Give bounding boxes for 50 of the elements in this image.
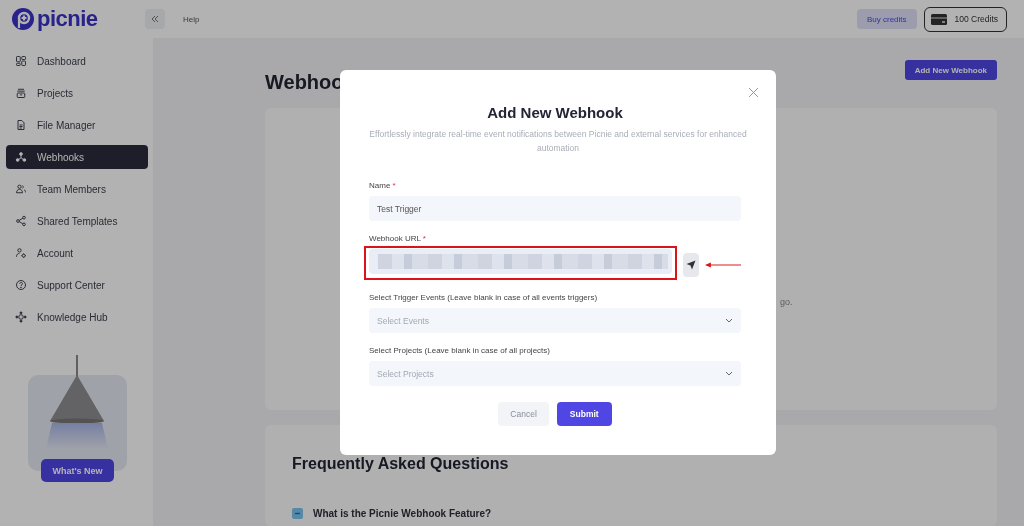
card-text: go. (780, 297, 793, 307)
document-icon (15, 119, 27, 131)
hub-icon (15, 311, 27, 323)
url-field[interactable] (369, 249, 672, 274)
field-label: Select Projects (Leave blank in case of all projects) (369, 346, 551, 355)
send-icon (685, 259, 696, 270)
sidebar-item[interactable]: Support Center (6, 273, 148, 297)
submit-button[interactable]: Submit (556, 402, 612, 426)
send-button[interactable] (683, 252, 699, 277)
required-marker: * (422, 234, 426, 243)
minus-icon[interactable] (292, 508, 303, 519)
add-webhook-button[interactable]: Add New Webhook (904, 60, 997, 80)
faq-question[interactable]: What is the Picnie Webhook Feature? (313, 508, 492, 519)
logo-icon (11, 7, 35, 31)
whats-new-button[interactable]: What's New (41, 459, 114, 482)
name-field[interactable]: Test Trigger (369, 196, 741, 221)
help-link[interactable]: Help (183, 14, 200, 24)
sidebar-item[interactable]: Dashboard (6, 49, 148, 73)
help-icon (15, 279, 27, 291)
collapse-button[interactable] (145, 9, 165, 29)
field-label: Select Trigger Events (Leave blank in case of all events triggers) (369, 293, 599, 302)
webhook-icon (15, 151, 27, 163)
field-label: Webhook URL * (369, 234, 427, 243)
modal-subtitle: Effortlessly integrate real-time event notifications between Picnie and external services for enhanced automation (368, 128, 748, 155)
sidebar-item[interactable]: File Manager (6, 113, 148, 137)
chevron-down-icon (725, 318, 733, 323)
page-title: Webhoo (265, 69, 344, 94)
archive-icon (15, 87, 27, 99)
user-gear-icon (15, 247, 27, 259)
double-chevron-icon (151, 15, 159, 23)
card-icon (930, 13, 947, 25)
people-icon (15, 183, 27, 195)
sidebar-item[interactable]: Webhooks (6, 145, 148, 169)
sidebar-item[interactable]: Projects (6, 81, 148, 105)
sidebar-item[interactable]: Knowledge Hub (6, 305, 148, 329)
field-label: Name * (369, 181, 397, 190)
share-icon (15, 215, 27, 227)
modal-title: Add New Webhook (486, 103, 624, 121)
sidebar-item[interactable]: Team Members (6, 177, 148, 201)
buy-credits-button[interactable]: Buy credits (856, 9, 917, 29)
logo-text: picnie (37, 6, 98, 32)
chevron-down-icon (725, 371, 733, 376)
faq-title: Frequently Asked Questions (292, 455, 510, 473)
close-icon[interactable] (748, 87, 759, 98)
sidebar-item[interactable]: Account (6, 241, 148, 265)
credits-count: 100 Credits (954, 14, 998, 24)
required-marker: * (392, 181, 396, 190)
sidebar-item[interactable]: Shared Templates (6, 209, 148, 233)
arrow-annotation (704, 260, 741, 269)
grid-icon (15, 55, 27, 67)
